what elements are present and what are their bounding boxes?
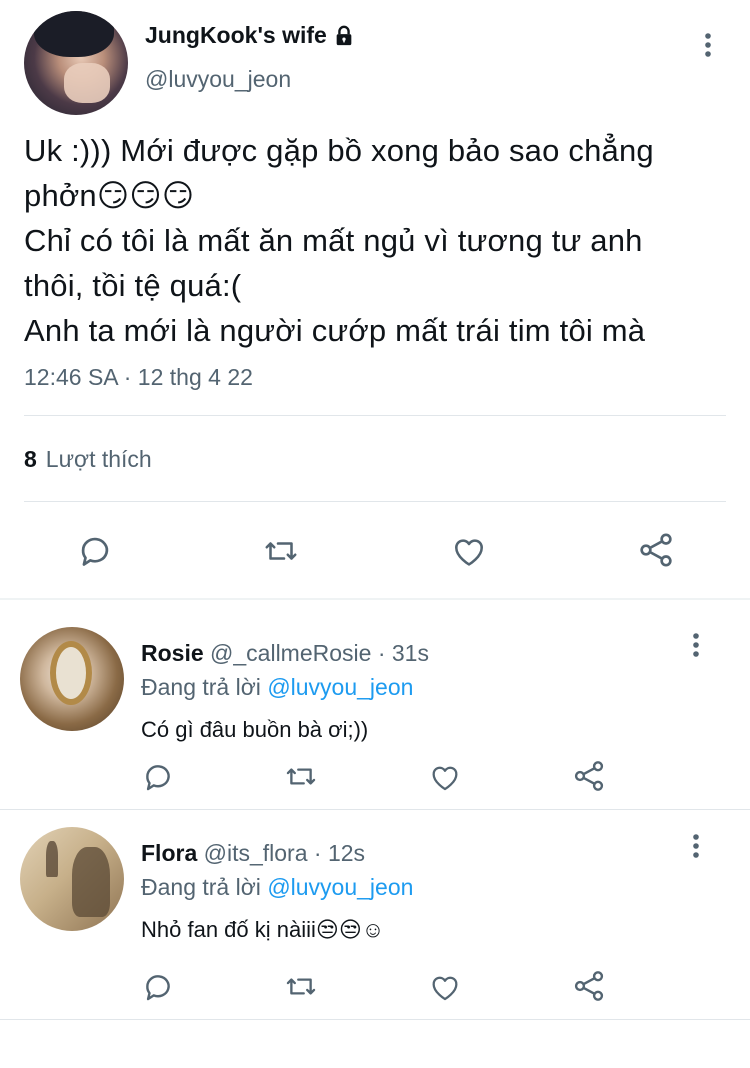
reply-tweet[interactable]: Rosie @_callmeRosie · 31s Đang trả lời @… bbox=[0, 610, 750, 820]
reply-author-name[interactable]: Rosie bbox=[141, 640, 204, 666]
share-icon bbox=[636, 530, 676, 570]
tweet-text: Uk :))) Mới được gặp bồ xong bảo sao chẳ… bbox=[24, 133, 654, 348]
share-icon bbox=[571, 968, 607, 1004]
retweet-button[interactable] bbox=[283, 760, 319, 793]
share-button[interactable] bbox=[571, 968, 607, 1004]
separator bbox=[0, 598, 750, 600]
like-button[interactable] bbox=[428, 970, 462, 1004]
retweet-icon bbox=[283, 970, 319, 1003]
retweet-icon bbox=[261, 533, 301, 569]
reply-author-name[interactable]: Flora bbox=[141, 840, 197, 866]
replying-to-mention[interactable]: @luvyou_jeon bbox=[267, 874, 413, 900]
separator bbox=[0, 1019, 750, 1020]
more-vertical-icon bbox=[693, 632, 699, 658]
more-options-button[interactable] bbox=[684, 831, 708, 861]
reply-header: Rosie @_callmeRosie · 31s bbox=[141, 640, 429, 667]
like-button[interactable] bbox=[450, 532, 488, 570]
reply-icon bbox=[141, 970, 175, 1004]
retweet-icon bbox=[283, 760, 319, 793]
tweet-timestamp[interactable]: 12:46 SA · 12 thg 4 22 bbox=[24, 364, 253, 391]
likes-label: Lượt thích bbox=[45, 446, 152, 472]
reply-icon bbox=[141, 760, 175, 794]
like-icon bbox=[428, 970, 462, 1004]
replying-to: Đang trả lời @luvyou_jeon bbox=[141, 874, 413, 901]
share-button[interactable] bbox=[636, 530, 676, 570]
divider bbox=[24, 501, 726, 502]
lock-icon bbox=[333, 25, 355, 47]
retweet-button[interactable] bbox=[283, 970, 319, 1003]
divider bbox=[24, 415, 726, 416]
like-button[interactable] bbox=[428, 760, 462, 794]
main-tweet: JungKook's wife @luvyou_jeon Uk :))) Mới… bbox=[0, 0, 750, 600]
more-options-button[interactable] bbox=[684, 630, 708, 660]
replying-to-label: Đang trả lời bbox=[141, 674, 261, 700]
more-options-button[interactable] bbox=[696, 30, 720, 60]
reply-button[interactable] bbox=[141, 970, 175, 1004]
reply-text: Có gì đâu buồn bà ơi;)) bbox=[141, 717, 369, 742]
reply-header: Flora @its_flora · 12s bbox=[141, 840, 365, 867]
reply-author-handle[interactable]: @_callmeRosie bbox=[210, 640, 371, 666]
share-button[interactable] bbox=[571, 758, 607, 794]
reply-text: Nhỏ fan đố kị nàiii😒😒☺ bbox=[141, 917, 385, 942]
share-icon bbox=[571, 758, 607, 794]
more-vertical-icon bbox=[693, 833, 699, 859]
likes-summary[interactable]: 8 Lượt thích bbox=[24, 446, 152, 473]
like-icon bbox=[428, 760, 462, 794]
replying-to: Đang trả lời @luvyou_jeon bbox=[141, 674, 413, 701]
replying-to-mention[interactable]: @luvyou_jeon bbox=[267, 674, 413, 700]
replying-to-label: Đang trả lời bbox=[141, 874, 261, 900]
reply-button[interactable] bbox=[141, 760, 175, 794]
reply-button[interactable] bbox=[76, 532, 114, 570]
reply-time: · 31s bbox=[377, 640, 429, 666]
author-name[interactable]: JungKook's wife bbox=[145, 22, 355, 49]
reply-icon bbox=[76, 532, 114, 570]
author-handle[interactable]: @luvyou_jeon bbox=[145, 66, 291, 93]
reply-author-handle[interactable]: @its_flora bbox=[204, 840, 308, 866]
likes-count: 8 bbox=[24, 446, 37, 472]
reply-time: · 12s bbox=[313, 840, 366, 866]
avatar[interactable] bbox=[24, 11, 128, 115]
avatar[interactable] bbox=[20, 827, 124, 931]
reply-tweet[interactable]: Flora @its_flora · 12s Đang trả lời @luv… bbox=[0, 810, 750, 1020]
retweet-button[interactable] bbox=[261, 533, 301, 569]
more-vertical-icon bbox=[705, 32, 711, 58]
like-icon bbox=[450, 532, 488, 570]
author-display-name[interactable]: JungKook's wife bbox=[145, 22, 327, 49]
avatar[interactable] bbox=[20, 627, 124, 731]
